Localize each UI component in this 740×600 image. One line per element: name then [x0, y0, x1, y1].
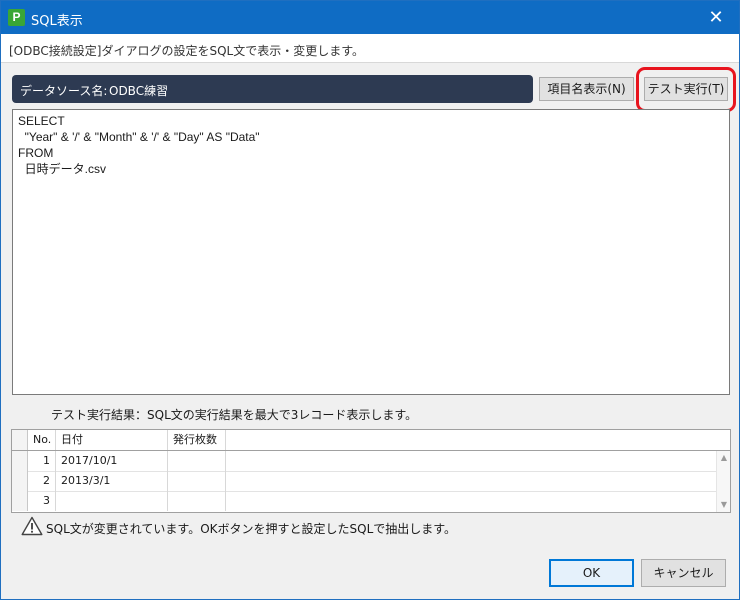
sql-line: SELECT: [18, 114, 65, 128]
empty-cell: [226, 451, 716, 471]
column-header-date[interactable]: 日付: [56, 430, 168, 450]
table-row[interactable]: 3: [12, 491, 730, 512]
column-header-empty: [226, 430, 716, 450]
description-strip: [ODBC接続設定]ダイアログの設定をSQL文で表示・変更します。: [1, 34, 739, 63]
row-number: 2: [28, 471, 56, 491]
sql-editor[interactable]: SELECT "Year" & '/' & "Month" & '/' & "D…: [12, 109, 730, 395]
row-number: 3: [28, 491, 56, 511]
vertical-scrollbar[interactable]: ▲ ▼: [716, 451, 730, 512]
datasource-bar: データソース名: ODBC練習: [12, 75, 533, 103]
table-row[interactable]: 1 2017/10/1: [12, 451, 730, 472]
date-cell: 2013/3/1: [56, 471, 168, 491]
column-header-no[interactable]: No.: [28, 430, 56, 450]
sql-line: "Year" & '/' & "Month" & '/' & "Day" AS …: [18, 130, 260, 144]
title-bar: P SQL表示 ✕: [1, 1, 739, 34]
sql-line: 日時データ.csv: [18, 162, 107, 176]
table-row[interactable]: 2 2013/3/1: [12, 471, 730, 492]
count-cell: [168, 471, 226, 491]
warning-message: SQL文が変更されています。OKボタンを押すと設定したSQLで抽出します。: [46, 522, 457, 536]
datasource-name: ODBC練習: [109, 84, 169, 98]
grid-header-row: No. 日付 発行枚数: [12, 430, 730, 451]
scroll-up-icon[interactable]: ▲: [717, 451, 731, 465]
date-cell: 2017/10/1: [56, 451, 168, 471]
ok-button[interactable]: OK: [549, 559, 634, 587]
app-icon: P: [8, 9, 25, 26]
count-cell: [168, 451, 226, 471]
row-selector[interactable]: [12, 491, 28, 511]
row-selector[interactable]: [12, 471, 28, 491]
test-run-button[interactable]: テスト実行(T): [644, 77, 728, 101]
column-header-count[interactable]: 発行枚数: [168, 430, 226, 450]
empty-cell: [226, 471, 716, 491]
close-icon[interactable]: ✕: [693, 1, 739, 34]
row-number: 1: [28, 451, 56, 471]
empty-cell: [226, 491, 716, 511]
row-selector[interactable]: [12, 451, 28, 471]
count-cell: [168, 491, 226, 511]
dialog-description: [ODBC接続設定]ダイアログの設定をSQL文で表示・変更します。: [9, 44, 364, 58]
sql-line: FROM: [18, 146, 54, 160]
sql-display-dialog: P SQL表示 ✕ [ODBC接続設定]ダイアログの設定をSQL文で表示・変更し…: [0, 0, 740, 600]
result-grid: No. 日付 発行枚数 1 2017/10/1 2 2013/3/1 3 ▲ ▼: [11, 429, 731, 513]
warning-triangle-icon: [21, 516, 43, 536]
show-field-names-button[interactable]: 項目名表示(N): [539, 77, 634, 101]
datasource-label: データソース名:: [20, 84, 108, 98]
window-title: SQL表示: [31, 14, 83, 29]
result-caption: テスト実行結果：SQL文の実行結果を最大で3レコード表示します。: [51, 408, 418, 422]
row-selector-header: [12, 430, 28, 450]
date-cell: [56, 491, 168, 511]
cancel-button[interactable]: キャンセル: [641, 559, 726, 587]
scroll-down-icon[interactable]: ▼: [717, 498, 731, 512]
